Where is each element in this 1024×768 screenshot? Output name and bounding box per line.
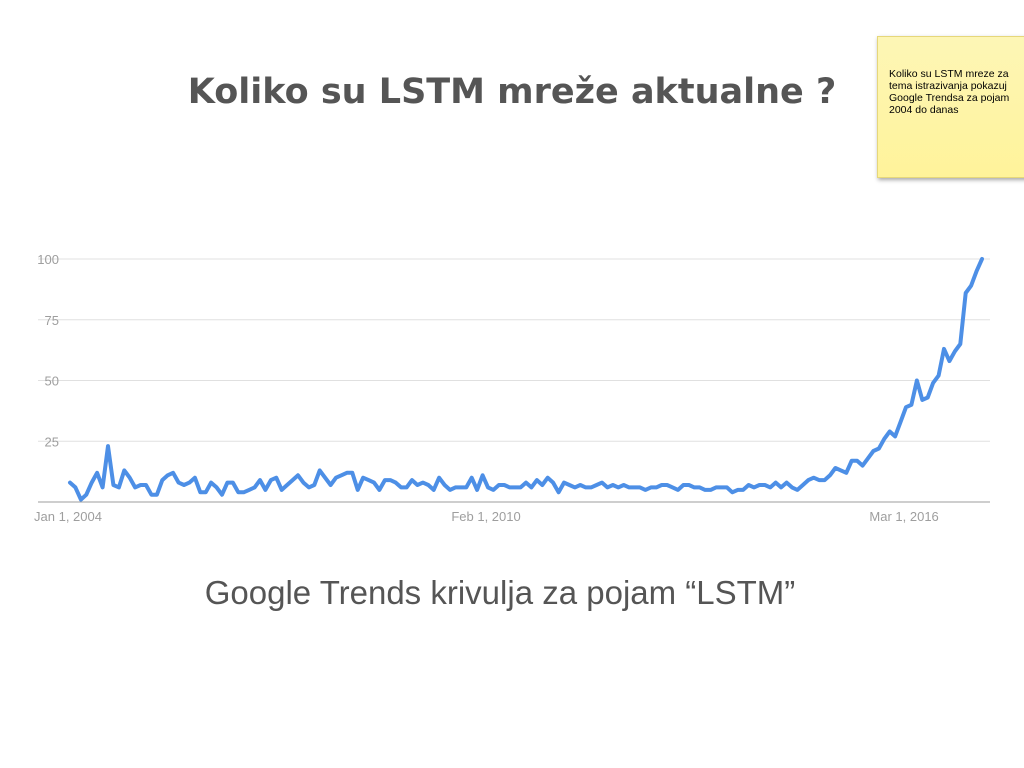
- series-line-lstm: [68, 257, 984, 502]
- x-tick-label-1: Feb 1, 2010: [451, 509, 520, 524]
- trend-chart: 25 50 75 100 Jan 1, 2004 Feb 1, 2010 Mar 1, 2…: [34, 252, 990, 524]
- x-tick-label-2: Mar 1, 2016: [869, 509, 938, 524]
- y-tick-label-50: 50: [45, 374, 59, 389]
- x-tick-labels: Jan 1, 2004 Feb 1, 2010 Mar 1, 2016: [34, 509, 939, 524]
- grid-lines: [38, 258, 990, 442]
- y-tick-label-100: 100: [37, 252, 59, 267]
- y-tick-labels: 25 50 75 100: [37, 252, 59, 449]
- y-tick-label-75: 75: [45, 313, 59, 328]
- x-tick-label-0: Jan 1, 2004: [34, 509, 102, 524]
- chart-caption: Google Trends krivulja za pojam “LSTM”: [204, 574, 796, 611]
- y-tick-label-25: 25: [45, 434, 59, 449]
